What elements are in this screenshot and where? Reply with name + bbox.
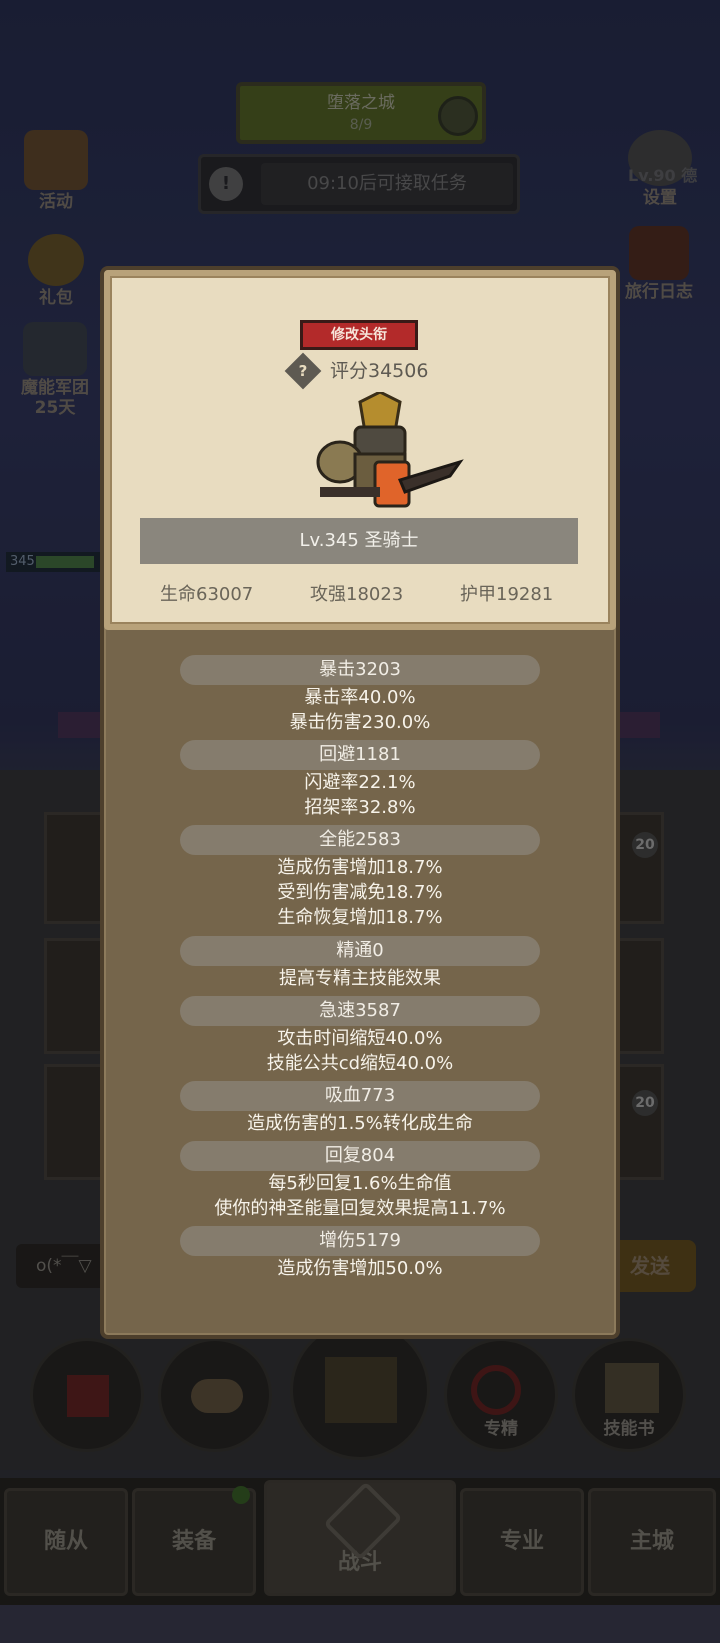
stat-detail: 闪避率22.1% [304,772,416,793]
stat-detail: 造成伤害增加18.7% [277,857,443,878]
stat-detail: 造成伤害增加50.0% [277,1258,443,1279]
stat-detail: 暴击伤害230.0% [289,712,431,733]
stat-haste-header: 急速3587 [180,996,540,1026]
stat-attack-power: 攻强18023 [310,584,404,605]
stat-detail: 使你的神圣能量回复效果提高11.7% [214,1198,506,1219]
stat-detail: 提高专精主技能效果 [279,968,441,989]
help-icon[interactable]: ? [284,352,322,390]
stat-damage-bonus-header: 增伤5179 [180,1226,540,1256]
stat-detail: 技能公共cd缩短40.0% [266,1053,454,1074]
stat-regen-header: 回复804 [180,1141,540,1171]
edit-title-button[interactable]: 修改头衔 [300,320,418,350]
stat-armor: 护甲19281 [460,584,554,605]
stat-detail: 攻击时间缩短40.0% [277,1028,443,1049]
score-text: 评分34506 [330,360,429,382]
paladin-avatar [316,392,464,508]
stat-crit-header: 暴击3203 [180,655,540,685]
stat-detail: 受到伤害减免18.7% [277,882,443,903]
stat-avoidance-header: 回避1181 [180,740,540,770]
stat-detail: 生命恢复增加18.7% [277,907,443,928]
stat-detail: 每5秒回复1.6%生命值 [268,1173,452,1194]
stat-mastery-header: 精通0 [180,936,540,966]
stat-lifesteal-header: 吸血773 [180,1081,540,1111]
stat-detail: 造成伤害的1.5%转化成生命 [247,1113,473,1134]
stat-hp: 生命63007 [160,584,254,605]
stat-versatility-header: 全能2583 [180,825,540,855]
stat-detail: 暴击率40.0% [304,687,416,708]
level-class-bar: Lv.345 圣骑士 [140,518,578,564]
stat-detail: 招架率32.8% [304,797,416,818]
